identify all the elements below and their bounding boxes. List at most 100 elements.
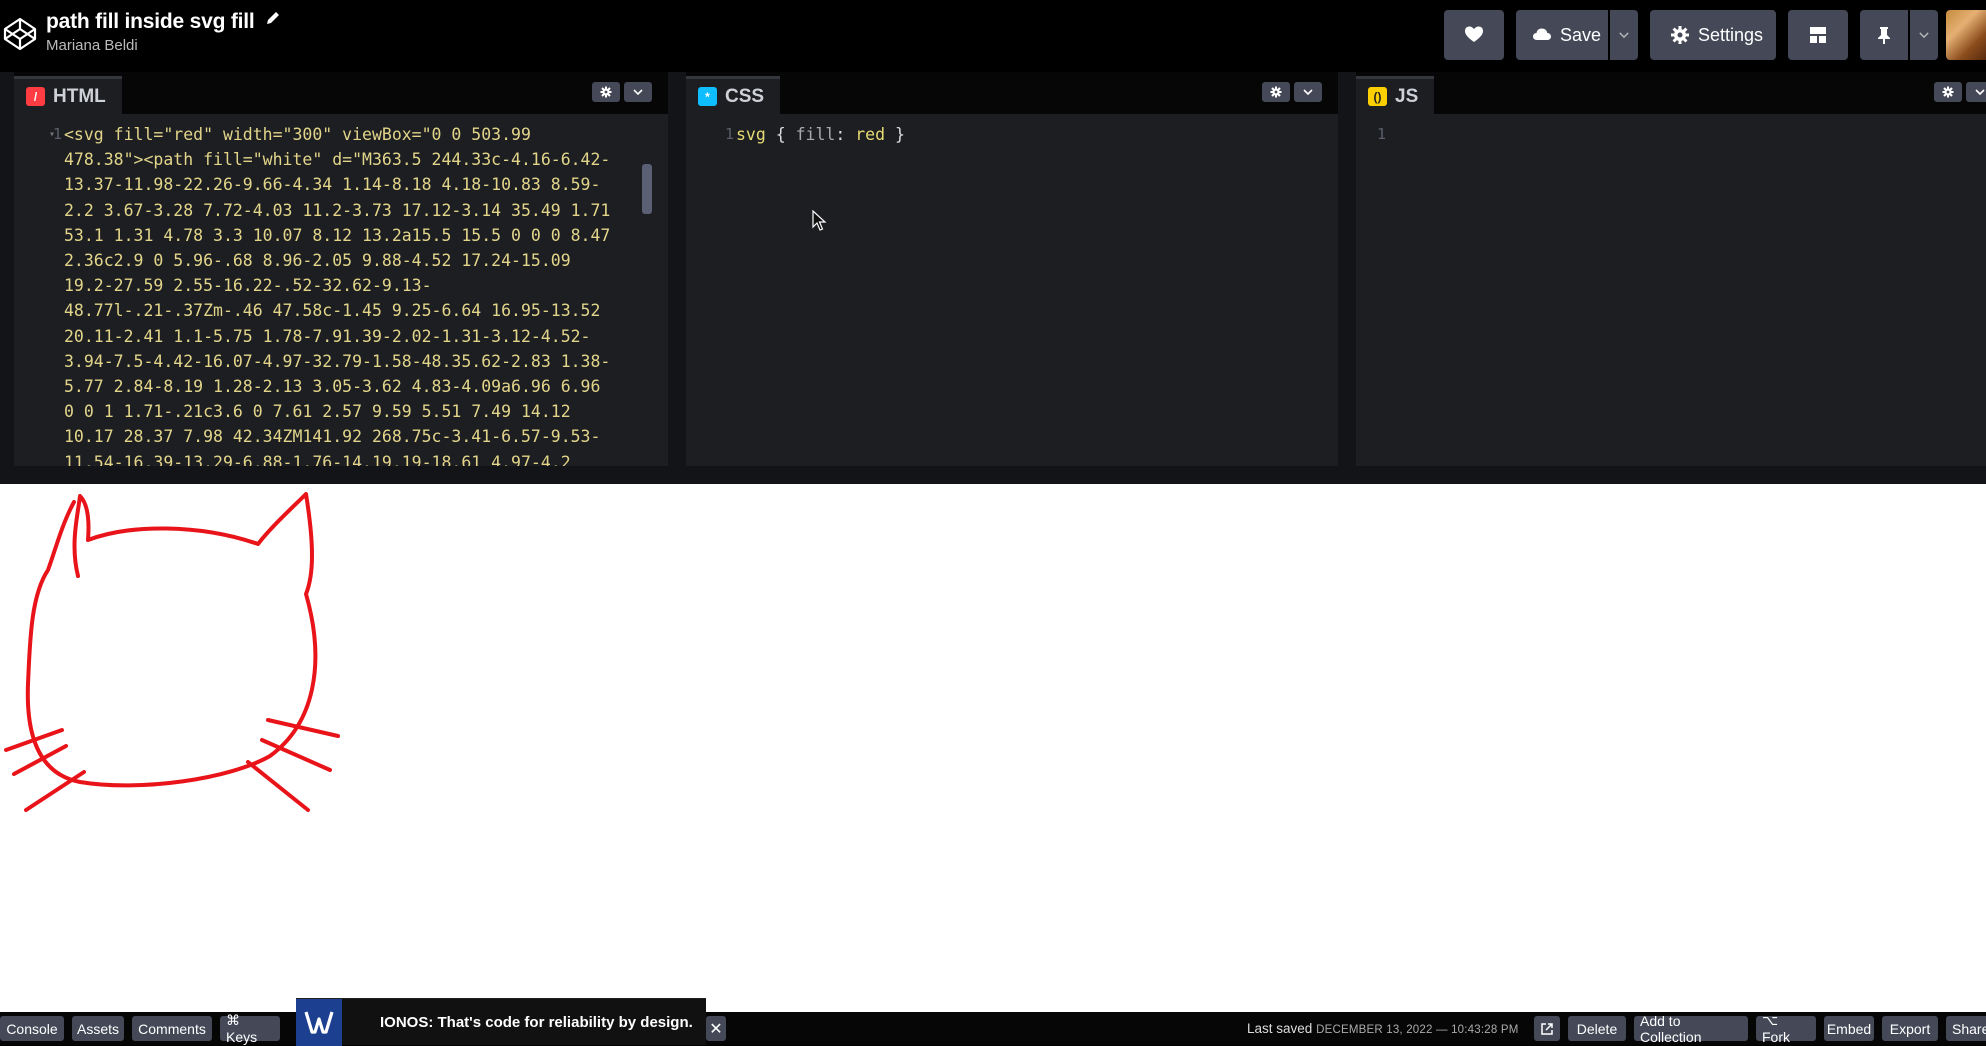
css-close-brace: } [885, 125, 905, 144]
mouse-cursor-icon [812, 210, 827, 231]
pin-button[interactable] [1860, 10, 1908, 60]
css-editor-tools [1262, 82, 1322, 102]
html-editor-label: HTML [53, 85, 106, 107]
add-to-collection-button[interactable]: Add to Collection [1634, 1013, 1748, 1045]
css-editor-tab[interactable]: * CSS [686, 76, 781, 114]
gear-icon [1671, 26, 1689, 44]
html-collapse-button[interactable] [624, 82, 652, 102]
editors-area: / HTML 1 ▾ <svg fill="red" width="300" v… [0, 72, 1986, 466]
settings-label: Settings [1698, 24, 1764, 45]
js-editor-tab[interactable]: () JS [1356, 76, 1435, 114]
layout-grid-icon [1810, 27, 1826, 43]
html-code-line: 478.38"><path fill="white" d="M363.5 244… [64, 150, 611, 170]
html-editor-tools [592, 82, 652, 102]
gear-icon [600, 86, 612, 98]
html-editor-header: / HTML [14, 72, 668, 114]
save-button[interactable]: Save [1516, 10, 1608, 60]
pen-title[interactable]: path fill inside svg fill [46, 10, 255, 34]
share-button[interactable]: Share [1946, 1016, 1986, 1041]
heart-icon [1465, 26, 1483, 42]
css-value: red [855, 125, 886, 144]
js-editor-label: JS [1395, 85, 1419, 107]
css-colon: : [835, 125, 856, 144]
html-settings-button[interactable] [592, 82, 620, 102]
cloud-icon [1533, 28, 1551, 40]
ionos-logo-icon [296, 998, 342, 1046]
fold-arrow-icon[interactable]: ▾ [49, 122, 55, 147]
delete-button[interactable]: Delete [1568, 1016, 1626, 1041]
css-collapse-button[interactable] [1294, 82, 1322, 102]
assets-button[interactable]: Assets [72, 1016, 124, 1041]
ad-banner[interactable]: IONOS: That's code for reliability by de… [296, 998, 706, 1046]
html-code-line: 5.77 2.84-8.19 1.28-2.13 3.05-3.62 4.83-… [64, 377, 601, 397]
chevron-down-icon [1619, 32, 1629, 39]
keys-button[interactable]: ⌘ Keys [220, 1012, 280, 1045]
html-editor-panel: / HTML 1 ▾ <svg fill="red" width="300" v… [14, 72, 668, 466]
css-open-brace: { [765, 125, 796, 144]
embed-button[interactable]: Embed [1824, 1016, 1874, 1041]
css-code-area[interactable]: 1 svg { fill: red } [686, 114, 1338, 466]
js-collapse-button[interactable] [1966, 82, 1986, 102]
html-language-icon: / [26, 87, 45, 106]
change-view-button[interactable] [1788, 10, 1848, 60]
footer-bar: Console Assets Comments ⌘ Keys IONOS: Th… [0, 998, 1986, 1046]
pen-author[interactable]: Mariana Beldi [46, 37, 281, 54]
css-property: fill [795, 125, 836, 144]
pencil-edit-icon[interactable] [265, 10, 281, 26]
html-code-line: 2.36c2.9 0 5.96-.68 8.96-2.05 9.88-4.52 … [64, 251, 571, 271]
pin-dropdown-button[interactable] [1910, 10, 1938, 60]
ad-close-button[interactable]: ✕ [706, 1016, 726, 1041]
html-code-area[interactable]: 1 ▾ <svg fill="red" width="300" viewBox=… [14, 114, 668, 466]
html-code-line: 3.94-7.5-4.42-16.07-4.97-32.79-1.58-48.3… [64, 351, 611, 371]
js-language-icon: () [1368, 87, 1387, 106]
preview-resize-handle[interactable] [0, 466, 1986, 484]
js-editor-tools [1934, 82, 1986, 102]
chevron-down-icon [633, 89, 643, 96]
last-saved-date: DECEMBER 13, 2022 — 10:43:28 PM [1316, 1024, 1519, 1036]
fork-button[interactable]: ⌥ Fork [1756, 1012, 1816, 1045]
open-external-button[interactable] [1534, 1016, 1560, 1041]
js-code-area[interactable]: 1 [1356, 114, 1986, 466]
css-language-icon: * [698, 87, 717, 106]
love-button[interactable] [1444, 10, 1504, 60]
chevron-down-icon [1975, 89, 1985, 96]
js-line-number: 1 [1376, 125, 1386, 143]
comments-button[interactable]: Comments [132, 1016, 212, 1041]
codepen-logo-icon[interactable] [2, 16, 38, 52]
html-code-lines: <svg fill="red" width="300" viewBox="0 0… [64, 122, 639, 466]
header-bar: path fill inside svg fill Mariana Beldi … [0, 0, 1986, 72]
html-code-line: 11.54-16.39-13.29-6.88-1.76-14.19.19-18.… [64, 452, 571, 466]
save-label: Save [1560, 24, 1602, 45]
css-selector: svg [736, 125, 766, 144]
save-dropdown-button[interactable] [1610, 10, 1638, 60]
export-button[interactable]: Export [1882, 1016, 1938, 1041]
css-settings-button[interactable] [1262, 82, 1290, 102]
html-code-line: 19.2-27.59 2.55-16.22-.52-32.62-9.13- [64, 276, 432, 296]
html-code-line: 13.37-11.98-22.26-9.66-4.34 1.14-8.18 4.… [64, 175, 601, 195]
chevron-down-icon [1303, 89, 1313, 96]
css-code-line: svg { fill: red } [736, 122, 1311, 147]
html-code-line: 2.2 3.67-3.28 7.72-4.03 11.2-3.73 17.12-… [64, 200, 611, 220]
last-saved-label: Last saved [1247, 1021, 1313, 1036]
js-editor-header: () JS [1356, 72, 1986, 114]
console-button[interactable]: Console [0, 1016, 64, 1041]
last-saved-status: Last saved DECEMBER 13, 2022 — 10:43:28 … [1247, 1021, 1519, 1036]
gear-icon [1270, 86, 1282, 98]
pen-title-block: path fill inside svg fill Mariana Beldi [46, 10, 281, 54]
html-code-line: 53.1 1.31 4.78 3.3 10.07 8.12 13.2a15.5 … [64, 225, 611, 245]
js-settings-button[interactable] [1934, 82, 1962, 102]
settings-button[interactable]: Settings [1650, 10, 1776, 60]
html-code-line: 0 0 1 1.71-.21c3.6 0 7.61 2.57 9.59 5.51… [64, 402, 571, 422]
chevron-down-icon [1919, 32, 1929, 39]
html-scrollbar[interactable] [642, 164, 652, 214]
external-link-icon [1541, 1022, 1553, 1035]
user-avatar[interactable] [1946, 10, 1986, 60]
html-code-line: <svg fill="red" width="300" viewBox="0 0… [64, 125, 531, 144]
css-editor-label: CSS [725, 85, 765, 107]
css-line-number: 1 [724, 125, 734, 143]
html-editor-tab[interactable]: / HTML [14, 76, 122, 114]
gear-icon [1942, 86, 1954, 98]
cat-outline-drawing [4, 492, 340, 812]
html-code-line: 10.17 28.37 7.98 42.34ZM141.92 268.75c-3… [64, 427, 601, 447]
ad-text: IONOS: That's code for reliability by de… [380, 1013, 693, 1031]
